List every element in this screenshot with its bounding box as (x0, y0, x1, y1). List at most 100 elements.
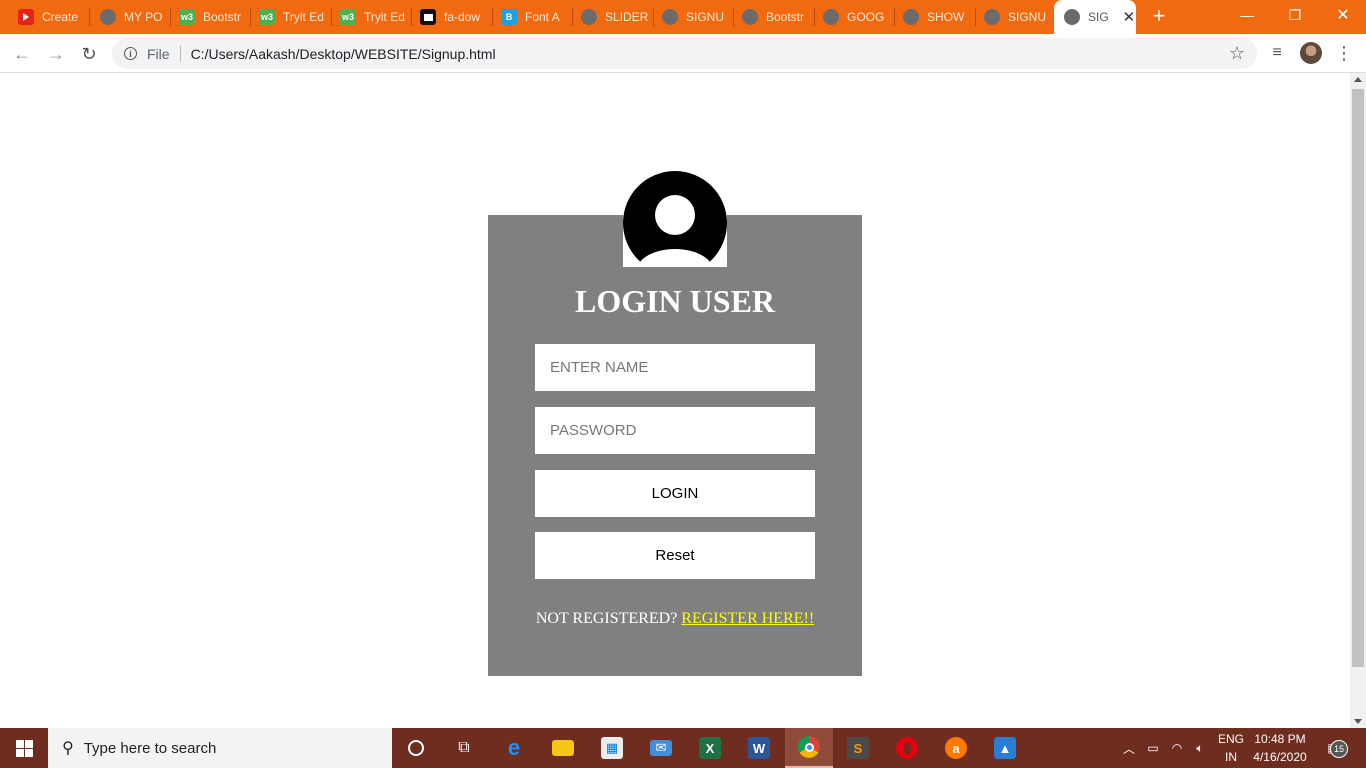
globe-icon (903, 9, 919, 25)
task-view-icon[interactable]: ⧉ (440, 728, 488, 768)
login-button[interactable]: LOGIN (535, 470, 815, 517)
browser-tab[interactable]: w3 Tryit Ed (322, 0, 410, 34)
user-circle-icon (623, 171, 727, 267)
wifi-icon[interactable]: ◠ (1167, 728, 1187, 768)
tab-label: MY PO (124, 10, 163, 24)
browser-tab[interactable]: SHOW (885, 0, 973, 34)
globe-icon (1064, 9, 1080, 25)
battery-icon[interactable]: ▭ (1143, 728, 1163, 768)
sublime-icon[interactable]: S (834, 728, 882, 768)
bootstrap-icon: B (501, 9, 517, 25)
address-bar[interactable]: i File C:/Users/Aakash/Desktop/WEBSITE/S… (112, 38, 1257, 69)
back-arrow-icon[interactable]: ← (9, 41, 35, 67)
tab-label: SIGNU (686, 10, 725, 24)
tab-label: Tryit Ed (364, 10, 405, 24)
scroll-up-icon[interactable] (1354, 77, 1362, 82)
tab-label: Bootstr (203, 10, 242, 24)
tab-label: Tryit Ed (283, 10, 324, 24)
browser-tab[interactable]: w3 Tryit Ed (241, 0, 329, 34)
close-window-icon[interactable]: ✕ (1320, 0, 1366, 30)
browser-tab[interactable]: MY PO (82, 0, 170, 34)
opera-icon[interactable] (883, 728, 931, 768)
browser-tab[interactable]: fa-dow (402, 0, 490, 34)
cortana-icon[interactable] (392, 728, 440, 768)
youtube-icon (18, 9, 34, 25)
minimize-icon[interactable]: — (1224, 0, 1270, 30)
tab-label: GOOG (847, 10, 885, 24)
tab-label: Bootstr (766, 10, 805, 24)
tab-label: Font A (525, 10, 560, 24)
notification-count-badge: 15 (1330, 740, 1348, 758)
mail-icon[interactable]: ✉ (637, 728, 685, 768)
tab-label: SIGNU (1008, 10, 1047, 24)
close-tab-icon[interactable]: ✕ (1123, 8, 1136, 26)
tray-chevron-icon[interactable]: ︿ (1120, 728, 1138, 768)
reset-button[interactable]: Reset (535, 532, 815, 579)
search-placeholder: Type here to search (83, 739, 217, 757)
store-icon[interactable]: ▦ (588, 728, 636, 768)
scroll-thumb[interactable] (1352, 89, 1364, 667)
register-link[interactable]: REGISTER HERE!! (681, 610, 814, 627)
menu-dots-icon[interactable]: ⋮ (1333, 42, 1355, 64)
globe-icon (742, 9, 758, 25)
chrome-icon[interactable] (785, 728, 833, 768)
w3schools-icon: w3 (340, 9, 356, 25)
register-prompt-text: NOT REGISTERED? (535, 610, 678, 627)
password-input[interactable] (535, 407, 815, 454)
tab-label: Create (42, 10, 79, 24)
taskbar-search[interactable]: ⚲ Type here to search (48, 728, 392, 768)
page-scrollbar[interactable] (1350, 73, 1366, 728)
browser-toolbar: ← → ↻ i File C:/Users/Aakash/Desktop/WEB… (0, 34, 1366, 73)
windows-logo-icon (15, 739, 33, 757)
language-indicator[interactable]: ENG IN (1214, 730, 1248, 766)
browser-tab[interactable]: Create (0, 0, 90, 34)
clock-date: 4/16/2020 (1253, 750, 1307, 764)
browser-tab[interactable]: SIGNU (644, 0, 732, 34)
bookmark-star-icon[interactable]: ☆ (1229, 43, 1245, 64)
info-icon[interactable]: i (124, 47, 137, 60)
profile-avatar-icon[interactable] (1300, 42, 1322, 64)
w3schools-icon: w3 (259, 9, 275, 25)
page-title: LOGIN USER (574, 283, 776, 319)
forward-arrow-icon[interactable]: → (43, 41, 69, 67)
reload-icon[interactable]: ↻ (76, 41, 102, 67)
region-code: IN (1225, 750, 1237, 764)
language-code: ENG (1217, 732, 1244, 746)
scroll-down-icon[interactable] (1354, 719, 1362, 724)
avast-icon[interactable]: a (932, 728, 980, 768)
browser-tab-active[interactable]: SIG ✕ (1054, 0, 1136, 34)
flag-icon (420, 9, 436, 25)
browser-tab[interactable]: SIGNU (966, 0, 1052, 34)
restore-icon[interactable]: ❐ (1272, 0, 1318, 30)
tab-label: SIG (1088, 10, 1109, 24)
url-text[interactable]: C:/Users/Aakash/Desktop/WEBSITE/Signup.h… (191, 46, 496, 62)
globe-icon (100, 9, 116, 25)
tab-label: SHOW (927, 10, 965, 24)
start-button[interactable] (0, 728, 48, 768)
globe-icon (662, 9, 678, 25)
volume-icon[interactable]: 🔈︎ (1190, 728, 1210, 768)
word-icon[interactable]: W (735, 728, 783, 768)
browser-tab[interactable]: B Font A (483, 0, 571, 34)
w3schools-icon: w3 (179, 9, 195, 25)
clock-time: 10:48 PM (1254, 732, 1306, 746)
globe-icon (581, 9, 597, 25)
search-icon: ⚲ (62, 740, 74, 757)
user-avatar-icon (623, 171, 727, 267)
file-explorer-icon[interactable] (539, 728, 587, 768)
taskbar-clock[interactable]: 10:48 PM 4/16/2020 (1250, 730, 1310, 766)
photos-icon[interactable]: ▲ (981, 728, 1029, 768)
browser-tab[interactable]: w3 Bootstr (161, 0, 249, 34)
browser-tab[interactable]: GOOG (805, 0, 893, 34)
browser-tab[interactable]: SLIDER (563, 0, 651, 34)
scheme-label: File (147, 45, 181, 62)
browser-tab[interactable]: Bootstr (724, 0, 812, 34)
tab-label: fa-dow (444, 10, 481, 24)
media-queue-icon[interactable]: ≡ (1266, 42, 1288, 64)
new-tab-button[interactable]: + (1147, 4, 1171, 28)
excel-icon[interactable]: X (686, 728, 734, 768)
edge-icon[interactable]: e (490, 728, 538, 768)
name-input[interactable] (535, 344, 815, 391)
tab-strip: Create MY PO w3 Bootstr w3 Tryit Ed w3 T… (0, 0, 1366, 34)
globe-icon (984, 9, 1000, 25)
